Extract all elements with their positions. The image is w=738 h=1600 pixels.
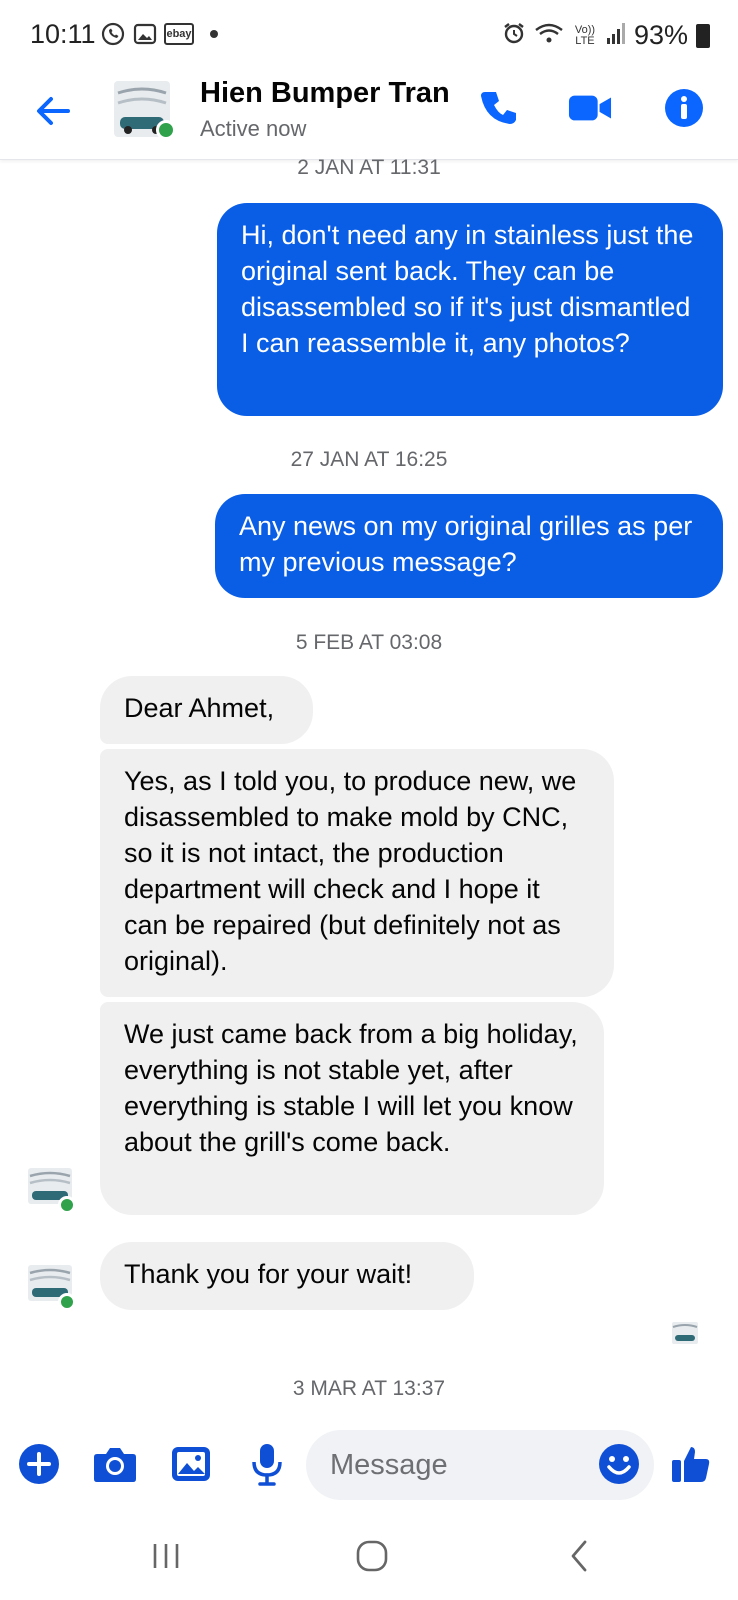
online-indicator bbox=[156, 120, 176, 140]
incoming-message[interactable]: Thank you for your wait! bbox=[100, 1242, 474, 1310]
gallery-icon bbox=[132, 22, 158, 46]
incoming-message[interactable]: Yes, as I told you, to produce new, we d… bbox=[100, 749, 614, 997]
like-button[interactable] bbox=[668, 1441, 714, 1487]
system-icons: Vo)) LTE 93% bbox=[502, 20, 710, 51]
video-camera-icon bbox=[568, 95, 612, 121]
incoming-message[interactable]: Dear Ahmet, bbox=[100, 676, 313, 744]
online-indicator bbox=[58, 1293, 76, 1311]
outgoing-message[interactable]: Any news on my original grilles as per m… bbox=[215, 494, 723, 598]
more-notifications-icon bbox=[210, 30, 218, 38]
contact-name[interactable]: Hien Bumper Tran bbox=[200, 77, 450, 110]
volte-icon: Vo)) LTE bbox=[574, 23, 596, 47]
message-timestamp: 2 JAN AT 11:31 bbox=[297, 156, 441, 179]
emoji-button[interactable] bbox=[598, 1443, 640, 1485]
battery-icon bbox=[696, 23, 710, 48]
outgoing-message[interactable]: Hi, don't need any in stainless just the… bbox=[217, 203, 723, 416]
seen-receipt-avatar bbox=[672, 1322, 698, 1344]
status-bar: 10:11 ebay Vo)) LTE 93% bbox=[0, 0, 738, 70]
camera-button[interactable] bbox=[92, 1441, 138, 1487]
back-button[interactable] bbox=[30, 88, 76, 134]
voice-message-button[interactable] bbox=[244, 1441, 290, 1487]
message-timestamp: 27 JAN AT 16:25 bbox=[290, 448, 448, 471]
online-indicator bbox=[58, 1196, 76, 1214]
status-time: 10:11 bbox=[30, 19, 96, 49]
conversation-info-button[interactable] bbox=[662, 86, 706, 130]
wifi-icon bbox=[534, 21, 564, 50]
alarm-icon bbox=[502, 21, 526, 50]
more-actions-button[interactable] bbox=[16, 1441, 62, 1487]
arrow-left-icon bbox=[37, 97, 70, 125]
smiley-icon bbox=[599, 1444, 639, 1484]
system-navigation-bar bbox=[0, 1520, 738, 1590]
message-composer bbox=[0, 1425, 738, 1505]
phone-icon bbox=[481, 92, 516, 124]
gallery-button[interactable] bbox=[168, 1441, 214, 1487]
video-call-button[interactable] bbox=[568, 86, 612, 130]
system-back-button[interactable] bbox=[550, 1532, 610, 1580]
plus-icon bbox=[19, 1444, 59, 1484]
info-icon bbox=[665, 89, 703, 127]
camera-icon bbox=[94, 1448, 136, 1482]
microphone-icon bbox=[252, 1444, 282, 1486]
notification-icons: ebay bbox=[100, 22, 218, 46]
chevron-left-icon bbox=[571, 1540, 587, 1572]
audio-call-button[interactable] bbox=[478, 86, 522, 130]
contact-status: Active now bbox=[200, 116, 307, 141]
conversation-header: Hien Bumper Tran Active now bbox=[0, 70, 738, 160]
whatsapp-icon bbox=[100, 22, 126, 46]
home-icon bbox=[356, 1540, 388, 1572]
signal-icon bbox=[606, 22, 626, 49]
message-timestamp: 3 MAR AT 13:37 bbox=[292, 1377, 446, 1400]
home-button[interactable] bbox=[342, 1532, 402, 1580]
battery-level: 93% bbox=[633, 20, 688, 50]
message-timestamp: 5 FEB AT 03:08 bbox=[295, 631, 443, 654]
recent-apps-icon bbox=[153, 1544, 179, 1568]
image-icon bbox=[172, 1447, 210, 1481]
thumbs-up-icon bbox=[672, 1447, 710, 1482]
ebay-icon: ebay bbox=[164, 23, 194, 45]
incoming-message[interactable]: We just came back from a big holiday, ev… bbox=[100, 1002, 604, 1215]
recent-apps-button[interactable] bbox=[136, 1532, 196, 1580]
